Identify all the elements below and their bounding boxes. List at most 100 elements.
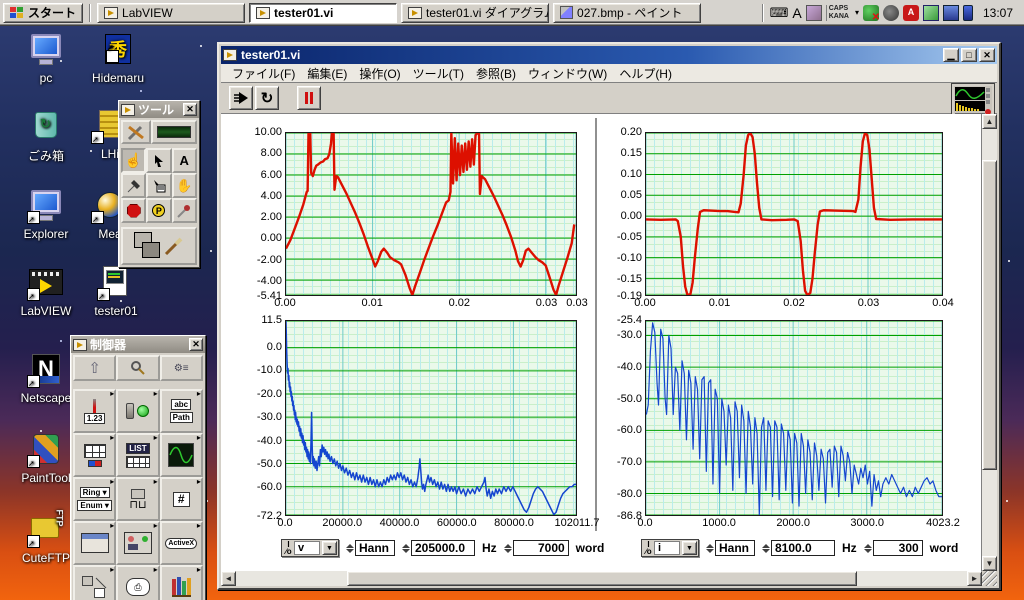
frequency-spinner-right[interactable]: 8100.0	[762, 540, 835, 556]
words-spinner-right[interactable]: 300	[863, 540, 923, 556]
desktop-icon-explorer[interactable]: Explorer	[8, 188, 84, 241]
chart-plot-area[interactable]	[645, 132, 943, 296]
ring-dropdown-button[interactable]: ▼	[322, 541, 337, 555]
scroll-down-icon[interactable]: ▼	[982, 556, 997, 571]
desktop-icon-tester01[interactable]: tester01	[78, 265, 154, 318]
minimize-icon[interactable]: ▁	[943, 48, 959, 62]
resize-grip[interactable]	[982, 571, 997, 586]
scroll-up-icon[interactable]: ▲	[982, 114, 997, 129]
taskbar-task-paint[interactable]: 027.bmp - ペイント	[553, 2, 702, 23]
channel-ring-right[interactable]: I ∕o i ▼	[641, 539, 699, 557]
taskbar-task-tester01[interactable]: tester01.vi	[249, 2, 398, 23]
chart-plot-area[interactable]	[285, 132, 577, 296]
desktop-icon-hidemaru[interactable]: 秀 Hidemaru	[80, 32, 156, 85]
run-button[interactable]	[229, 86, 253, 110]
spinner-arrows-icon[interactable]	[706, 543, 714, 553]
user-library-button[interactable]	[159, 565, 203, 600]
boolean-controls-button[interactable]	[116, 389, 160, 433]
palette-options-button[interactable]: ⚙≡	[159, 355, 203, 381]
shortcut-menu-tool[interactable]	[146, 173, 172, 198]
scroll-left-icon[interactable]: ◄	[221, 571, 236, 586]
spinner-arrows-icon[interactable]	[863, 543, 872, 553]
activex-controls-button[interactable]: ActiveX	[159, 521, 203, 565]
scroll-right-icon[interactable]: ►	[967, 571, 982, 586]
close-icon[interactable]: ✕	[183, 103, 197, 116]
menu-tools[interactable]: ツール(T)	[408, 64, 469, 83]
battery-icon[interactable]	[962, 4, 973, 21]
color-copy-tool[interactable]	[171, 198, 197, 223]
menu-file[interactable]: ファイル(F)	[227, 64, 300, 83]
probe-tool[interactable]: P	[146, 198, 172, 223]
taskbar-task-labview[interactable]: LabVIEW	[97, 2, 246, 23]
dialog-controls-button[interactable]	[73, 521, 117, 565]
color-tool[interactable]	[121, 227, 197, 265]
refnum-controls-button[interactable]: #	[159, 477, 203, 521]
edit-text-tool[interactable]: A	[171, 148, 197, 173]
menu-help[interactable]: ヘルプ(H)	[614, 64, 677, 83]
auto-tool-led[interactable]	[151, 120, 197, 144]
desktop-icon-pc[interactable]: pc	[8, 32, 84, 85]
frequency-spinner-left[interactable]: 205000.0	[402, 540, 475, 556]
string-controls-button[interactable]: abc Path	[159, 389, 203, 433]
taskbar-task-diagram[interactable]: tester01.vi ダイアグラム	[401, 2, 550, 23]
display-settings-icon[interactable]	[942, 4, 959, 21]
graph-controls-button[interactable]	[159, 433, 203, 477]
palette-search-button[interactable]	[116, 355, 160, 381]
volume-icon[interactable]	[882, 4, 899, 21]
horizontal-scrollbar[interactable]: ◄ ►	[221, 571, 982, 586]
maximize-icon[interactable]: □	[961, 48, 977, 62]
keyboard-icon[interactable]: ⌨	[770, 5, 789, 21]
array-controls-button[interactable]	[73, 433, 117, 477]
window-function-spinner-left[interactable]: Hann	[346, 540, 395, 556]
graphics-tool-icon[interactable]	[922, 4, 939, 21]
spinner-arrows-icon[interactable]	[402, 543, 410, 553]
decorations-button[interactable]	[73, 565, 117, 600]
close-icon[interactable]: ✕	[189, 338, 203, 351]
operate-value-tool[interactable]: ☝	[121, 148, 147, 173]
words-spinner-left[interactable]: 7000	[503, 540, 569, 556]
caps-kana-indicator[interactable]: CAPS KANA	[825, 4, 851, 21]
scroll-tool[interactable]: ✋	[171, 173, 197, 198]
network-offline-icon[interactable]: ✕	[862, 4, 880, 23]
user-controls-button[interactable]	[116, 521, 160, 565]
start-button[interactable]: スタート	[3, 2, 84, 23]
palette-up-button[interactable]: ⇧	[73, 355, 117, 381]
pause-button[interactable]	[297, 86, 321, 110]
ring-enum-controls-button[interactable]: Ring ▾ Enum ▾	[73, 477, 117, 521]
chart-plot-area[interactable]	[285, 320, 577, 516]
chart-plot-area[interactable]	[645, 320, 943, 516]
controls-palette-titlebar[interactable]: 制御器 ✕	[71, 336, 205, 353]
ime-mode-icon[interactable]: A	[792, 5, 801, 21]
spinner-arrows-icon[interactable]	[346, 543, 354, 553]
spinner-arrows-icon[interactable]	[503, 543, 512, 553]
close-icon[interactable]: ✕	[979, 48, 995, 62]
list-table-controls-button[interactable]: LIST	[116, 433, 160, 477]
vertical-scrollbar[interactable]: ▲ ▼	[982, 114, 997, 571]
desktop-icon-recycle-bin[interactable]: ごみ箱	[8, 108, 84, 164]
io-controls-button[interactable]: ⊓⊔	[116, 477, 160, 521]
run-continuous-button[interactable]: ↻	[255, 86, 279, 110]
menu-browse[interactable]: 参照(B)	[471, 64, 521, 83]
tools-palette-titlebar[interactable]: ツール ✕	[119, 101, 199, 118]
menu-operate[interactable]: 操作(O)	[354, 64, 405, 83]
taskbar-clock[interactable]: 13:07	[977, 6, 1019, 20]
select-control-button[interactable]: ⎙	[116, 565, 160, 600]
spinner-arrows-icon[interactable]	[762, 543, 770, 553]
menu-window[interactable]: ウィンドウ(W)	[523, 64, 612, 83]
ime-toolbox-icon[interactable]	[805, 4, 822, 21]
channel-ring-left[interactable]: I ∕o v ▼	[281, 539, 339, 557]
wire-tool[interactable]	[121, 173, 147, 198]
vertical-scrollbar-thumb[interactable]	[982, 160, 997, 470]
position-tool[interactable]	[146, 148, 172, 173]
ati-icon[interactable]: A	[902, 4, 919, 21]
menu-edit[interactable]: 編集(E)	[302, 64, 352, 83]
breakpoint-tool[interactable]	[121, 198, 147, 223]
ime-options-chevron[interactable]: ▾	[855, 8, 859, 17]
horizontal-scrollbar-thumb[interactable]	[347, 571, 857, 586]
window-function-spinner-right[interactable]: Hann	[706, 540, 755, 556]
auto-tool-button[interactable]	[121, 120, 151, 144]
desktop-icon-labview[interactable]: LabVIEW	[8, 265, 84, 318]
window-titlebar[interactable]: tester01.vi ▁ □ ✕	[221, 46, 997, 64]
ring-dropdown-button[interactable]: ▼	[682, 541, 697, 555]
numeric-controls-button[interactable]: 1.23	[73, 389, 117, 433]
